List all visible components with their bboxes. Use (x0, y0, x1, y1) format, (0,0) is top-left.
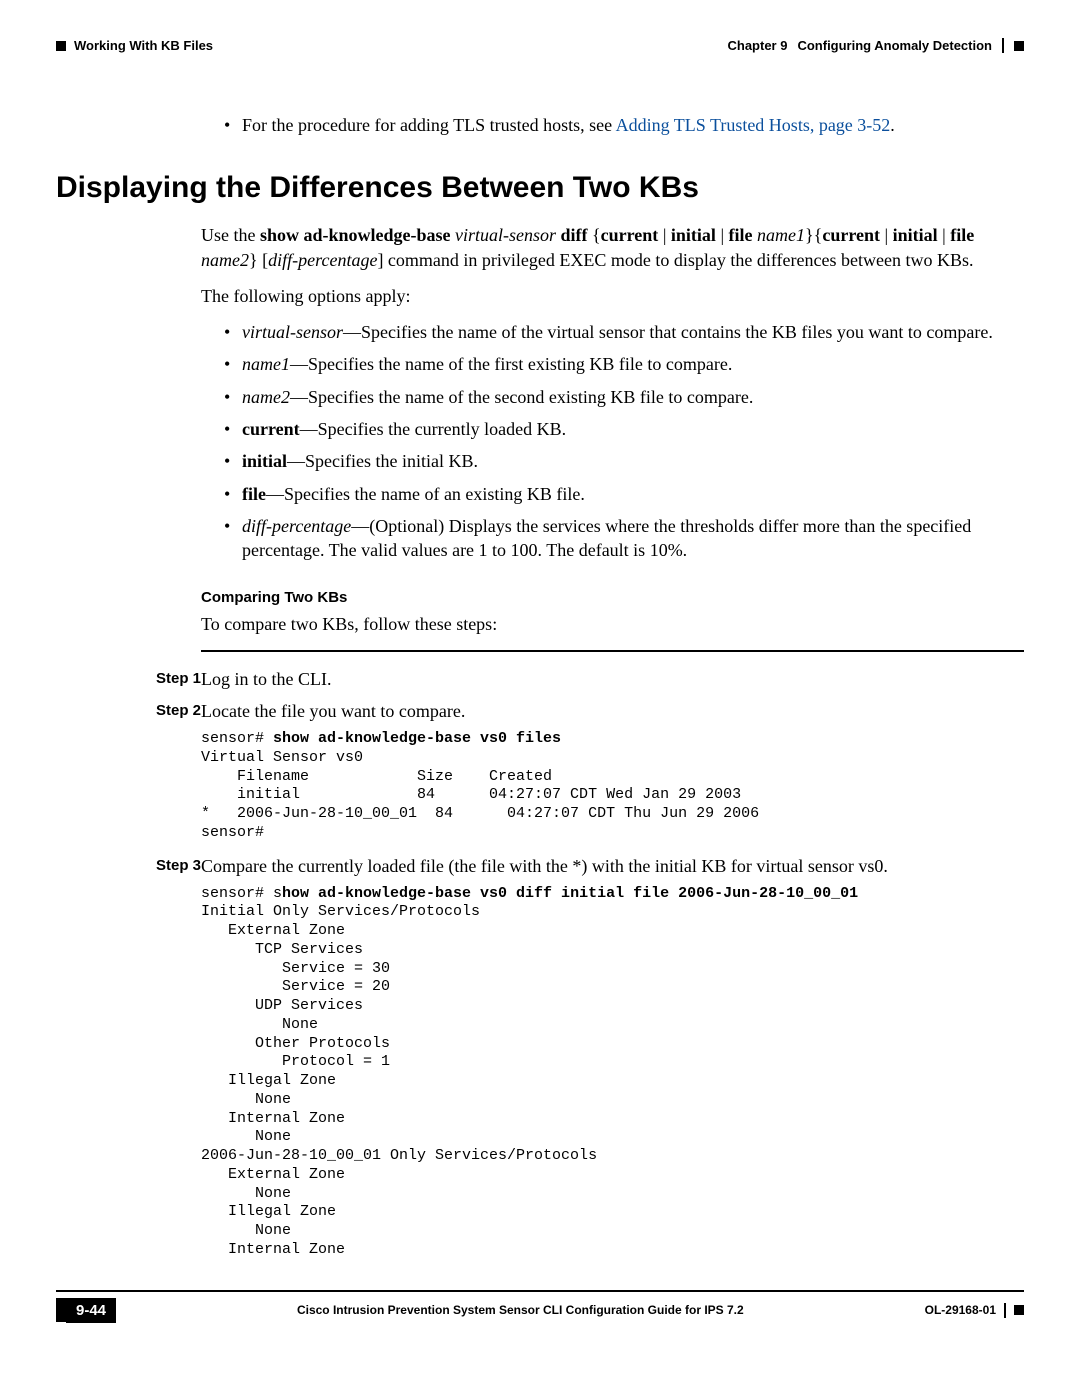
option-bullet: initial—Specifies the initial KB. (224, 449, 1024, 473)
content: For the procedure for adding TLS trusted… (56, 113, 1024, 1260)
step-row: Step 1Log in to the CLI. (56, 666, 1024, 692)
step-text: Log in to the CLI. (201, 666, 1024, 692)
footer-square-icon (1014, 1305, 1024, 1315)
intro-paragraph-2: The following options apply: (201, 284, 1014, 308)
header-square-icon (1014, 41, 1024, 51)
breadcrumb: Working With KB Files (74, 38, 213, 53)
option-bullet: current—Specifies the currently loaded K… (224, 417, 1024, 441)
doc-id: OL-29168-01 (925, 1303, 996, 1317)
page-header: Working With KB Files Chapter 9 Configur… (56, 38, 1024, 53)
option-bullet: diff-percentage—(Optional) Displays the … (224, 514, 1024, 563)
header-bar-icon (1002, 38, 1004, 53)
option-bullet: file—Specifies the name of an existing K… (224, 482, 1024, 506)
code-block-1: sensor# show ad-knowledge-base vs0 files… (201, 730, 1024, 843)
header-left: Working With KB Files (56, 38, 213, 53)
footer-rule-icon (56, 1290, 1024, 1292)
bullet-text: For the procedure for adding TLS trusted… (242, 113, 1024, 137)
option-text: diff-percentage—(Optional) Displays the … (242, 514, 1024, 563)
bullet-icon (224, 449, 242, 473)
steps-rule-icon (201, 650, 1024, 652)
code-block-2: sensor# show ad-knowledge-base vs0 diff … (201, 885, 1024, 1260)
step-label: Step 1 (56, 666, 201, 692)
intro-paragraph-1: Use the show ad-knowledge-base virtual-s… (201, 223, 1014, 272)
step-text: Locate the file you want to compare. (201, 698, 1024, 724)
footer-left: 9-44 (56, 1298, 116, 1323)
tls-link[interactable]: Adding TLS Trusted Hosts, page 3-52 (616, 115, 891, 135)
option-bullet: virtual-sensor—Specifies the name of the… (224, 320, 1024, 344)
bullet-icon (224, 514, 242, 563)
option-text: file—Specifies the name of an existing K… (242, 482, 1024, 506)
page-footer: 9-44 Cisco Intrusion Prevention System S… (56, 1298, 1024, 1353)
subheading: Comparing Two KBs (201, 589, 1024, 606)
step-row: Step 2Locate the file you want to compar… (56, 698, 1024, 724)
steps-container: Step 1Log in to the CLI.Step 2Locate the… (56, 666, 1024, 724)
step-label: Step 2 (56, 698, 201, 724)
option-text: current—Specifies the currently loaded K… (242, 417, 1024, 441)
option-text: initial—Specifies the initial KB. (242, 449, 1024, 473)
step-text: Compare the currently loaded file (the f… (201, 853, 1024, 879)
option-text: name1—Specifies the name of the first ex… (242, 352, 1024, 376)
bullet-icon (224, 320, 242, 344)
bullet-prefix: For the procedure for adding TLS trusted… (242, 115, 616, 135)
bullet-suffix: . (890, 115, 895, 135)
header-right: Chapter 9 Configuring Anomaly Detection (728, 38, 1025, 53)
options-list: virtual-sensor—Specifies the name of the… (56, 320, 1024, 562)
chapter-title: Configuring Anomaly Detection (797, 38, 992, 53)
bullet-icon (224, 352, 242, 376)
intro-bullet: For the procedure for adding TLS trusted… (224, 113, 1024, 137)
bullet-icon (224, 113, 242, 137)
option-bullet: name2—Specifies the name of the second e… (224, 385, 1024, 409)
chapter-label: Chapter 9 (728, 38, 788, 53)
option-text: name2—Specifies the name of the second e… (242, 385, 1024, 409)
bullet-icon (224, 482, 242, 506)
bullet-icon (224, 385, 242, 409)
page-number: 9-44 (66, 1298, 116, 1323)
step-row: Step 3 Compare the currently loaded file… (56, 853, 1024, 879)
step-label: Step 3 (56, 853, 201, 879)
subheading-paragraph: To compare two KBs, follow these steps: (201, 612, 1014, 636)
bullet-icon (224, 417, 242, 441)
option-bullet: name1—Specifies the name of the first ex… (224, 352, 1024, 376)
footer-bar-icon (1004, 1303, 1006, 1318)
section-heading: Displaying the Differences Between Two K… (56, 171, 1024, 205)
header-square-icon (56, 41, 66, 51)
page: Working With KB Files Chapter 9 Configur… (0, 0, 1080, 1353)
footer-title: Cisco Intrusion Prevention System Sensor… (116, 1303, 925, 1317)
footer-right: OL-29168-01 (925, 1303, 1024, 1318)
footer-square-icon (56, 1298, 66, 1322)
option-text: virtual-sensor—Specifies the name of the… (242, 320, 1024, 344)
